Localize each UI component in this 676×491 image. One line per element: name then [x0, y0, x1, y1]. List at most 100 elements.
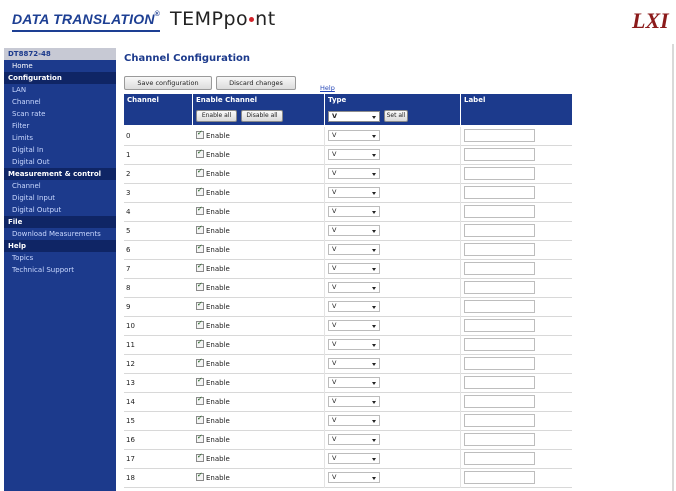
type-value: V — [332, 359, 337, 367]
sidebar-item-lan[interactable]: LAN — [4, 84, 116, 96]
type-select[interactable]: V — [328, 149, 380, 160]
enable-checkbox[interactable] — [196, 129, 204, 139]
type-select[interactable]: V — [328, 453, 380, 464]
enable-checkbox[interactable] — [196, 471, 204, 481]
enable-checkbox[interactable] — [196, 452, 204, 462]
chevron-down-icon — [372, 173, 376, 176]
enable-label: Enable — [206, 379, 230, 387]
enable-checkbox[interactable] — [196, 148, 204, 158]
label-input[interactable] — [464, 319, 535, 332]
type-value: V — [332, 302, 337, 310]
sidebar-item-technical-support[interactable]: Technical Support — [4, 264, 116, 276]
sidebar-item-channel[interactable]: Channel — [4, 96, 116, 108]
data-translation-logo: DATA TRANSLATION® — [12, 11, 160, 32]
label-input[interactable] — [464, 357, 535, 370]
type-select[interactable]: V — [328, 168, 380, 179]
type-select[interactable]: V — [328, 263, 380, 274]
label-input[interactable] — [464, 452, 535, 465]
discard-changes-button[interactable]: Discard changes — [216, 76, 296, 90]
column-divider — [460, 431, 461, 450]
enable-checkbox[interactable] — [196, 167, 204, 177]
enable-checkbox[interactable] — [196, 300, 204, 310]
type-all-select[interactable]: V — [328, 111, 380, 122]
column-divider — [324, 241, 325, 260]
type-select[interactable]: V — [328, 206, 380, 217]
enable-checkbox[interactable] — [196, 243, 204, 253]
type-select[interactable]: V — [328, 377, 380, 388]
type-select[interactable]: V — [328, 358, 380, 369]
type-select[interactable]: V — [328, 187, 380, 198]
type-value: V — [332, 321, 337, 329]
set-all-button[interactable]: Set all — [384, 110, 408, 122]
column-header-type-label: Type — [328, 96, 347, 104]
enable-checkbox[interactable] — [196, 357, 204, 367]
label-input[interactable] — [464, 148, 535, 161]
label-input[interactable] — [464, 395, 535, 408]
type-select[interactable]: V — [328, 434, 380, 445]
enable-checkbox[interactable] — [196, 338, 204, 348]
sidebar-item-digital-output[interactable]: Digital Output — [4, 204, 116, 216]
label-input[interactable] — [464, 262, 535, 275]
label-input[interactable] — [464, 281, 535, 294]
type-value: V — [332, 207, 337, 215]
sidebar-item-scan-rate[interactable]: Scan rate — [4, 108, 116, 120]
enable-checkbox[interactable] — [196, 281, 204, 291]
channel-number: 14 — [126, 398, 135, 406]
label-input[interactable] — [464, 129, 535, 142]
label-input[interactable] — [464, 300, 535, 313]
type-value: V — [332, 454, 337, 462]
type-select[interactable]: V — [328, 320, 380, 331]
type-select[interactable]: V — [328, 301, 380, 312]
type-select[interactable]: V — [328, 396, 380, 407]
channel-number: 18 — [126, 474, 135, 482]
enable-checkbox[interactable] — [196, 186, 204, 196]
chevron-down-icon — [372, 458, 376, 461]
help-link[interactable]: Help — [320, 84, 335, 92]
column-divider — [324, 336, 325, 355]
sidebar-item-topics[interactable]: Topics — [4, 252, 116, 264]
save-configuration-button[interactable]: Save configuration — [124, 76, 212, 90]
label-input[interactable] — [464, 414, 535, 427]
enable-checkbox[interactable] — [196, 262, 204, 272]
sidebar-item-home[interactable]: Home — [4, 60, 116, 72]
label-input[interactable] — [464, 471, 535, 484]
column-divider — [324, 298, 325, 317]
label-input[interactable] — [464, 205, 535, 218]
enable-checkbox[interactable] — [196, 205, 204, 215]
sidebar-item-limits[interactable]: Limits — [4, 132, 116, 144]
label-input[interactable] — [464, 186, 535, 199]
enable-checkbox[interactable] — [196, 433, 204, 443]
label-input[interactable] — [464, 167, 535, 180]
enable-checkbox[interactable] — [196, 395, 204, 405]
enable-checkbox[interactable] — [196, 414, 204, 424]
sidebar-item-download-measurements[interactable]: Download Measurements — [4, 228, 116, 240]
column-divider — [324, 431, 325, 450]
enable-all-button[interactable]: Enable all — [196, 110, 237, 122]
type-select[interactable]: V — [328, 130, 380, 141]
sidebar-section-measurement-control: Measurement & control — [4, 168, 116, 180]
disable-all-button[interactable]: Disable all — [241, 110, 283, 122]
sidebar-item-digital-in[interactable]: Digital In — [4, 144, 116, 156]
sidebar-item-filter[interactable]: Filter — [4, 120, 116, 132]
type-select[interactable]: V — [328, 472, 380, 483]
scrollbar[interactable] — [672, 44, 674, 491]
sidebar-item-digital-out[interactable]: Digital Out — [4, 156, 116, 168]
column-divider — [460, 469, 461, 488]
type-select[interactable]: V — [328, 225, 380, 236]
enable-checkbox[interactable] — [196, 319, 204, 329]
type-select[interactable]: V — [328, 415, 380, 426]
sidebar-item-channel[interactable]: Channel — [4, 180, 116, 192]
label-input[interactable] — [464, 338, 535, 351]
label-input[interactable] — [464, 224, 535, 237]
enable-checkbox[interactable] — [196, 224, 204, 234]
type-select[interactable]: V — [328, 282, 380, 293]
enable-checkbox[interactable] — [196, 376, 204, 386]
type-select[interactable]: V — [328, 244, 380, 255]
label-input[interactable] — [464, 376, 535, 389]
type-select[interactable]: V — [328, 339, 380, 350]
sidebar-item-digital-input[interactable]: Digital Input — [4, 192, 116, 204]
sidebar-section-file: File — [4, 216, 116, 228]
type-value: V — [332, 416, 337, 424]
label-input[interactable] — [464, 433, 535, 446]
label-input[interactable] — [464, 243, 535, 256]
